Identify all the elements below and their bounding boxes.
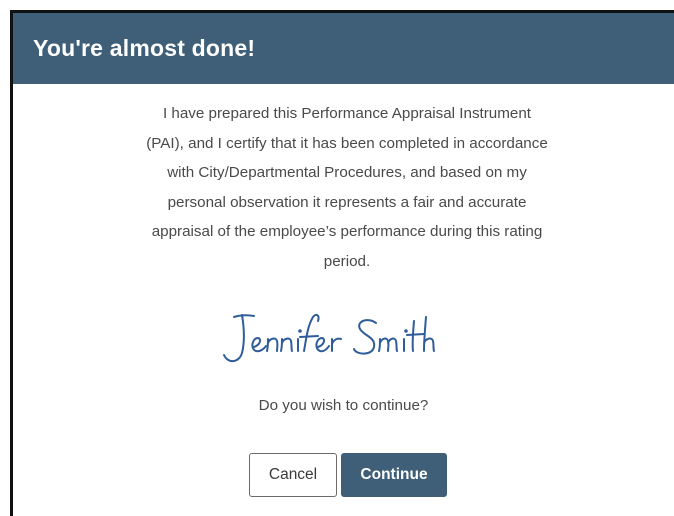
certification-text: I have prepared this Performance Apprais… xyxy=(97,99,597,276)
certification-line: personal observation it represents a fai… xyxy=(167,193,527,211)
screen: You're almost done! I have prepared this… xyxy=(0,0,674,516)
continue-question: Do you wish to continue? xyxy=(258,397,429,414)
continue-button[interactable]: Continue xyxy=(341,453,447,497)
signature-image xyxy=(222,313,435,363)
confirmation-dialog: You're almost done! I have prepared this… xyxy=(13,13,674,516)
dialog-header: You're almost done! xyxy=(13,13,674,84)
certification-line: (PAI), and I certify that it has been co… xyxy=(146,134,548,152)
certification-line: I have prepared this Performance Apprais… xyxy=(162,105,532,122)
dialog-title: You're almost done! xyxy=(33,35,256,61)
signature xyxy=(13,309,674,374)
certification-line: period. xyxy=(323,252,371,270)
certification-line: with City/Departmental Procedures, and b… xyxy=(167,164,527,181)
dialog-actions: Cancel Continue xyxy=(249,453,447,497)
cancel-button[interactable]: Cancel xyxy=(249,453,337,497)
certification-line: appraisal of the employee’s performance … xyxy=(151,223,543,240)
